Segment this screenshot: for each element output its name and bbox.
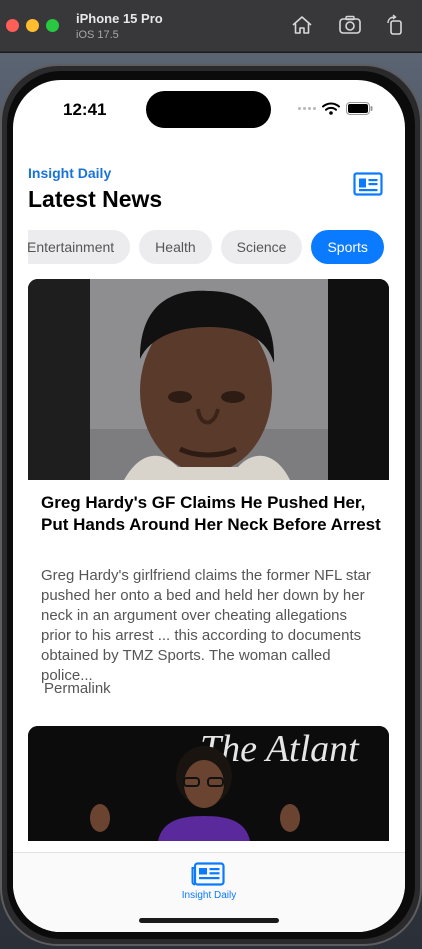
article-image[interactable] — [28, 279, 389, 480]
minimize-window-button[interactable] — [26, 19, 39, 32]
category-chip-health[interactable]: Health — [139, 230, 212, 264]
article-title[interactable]: Greg Hardy's GF Claims He Pushed Her, Pu… — [41, 492, 381, 536]
category-chip-entertainment[interactable]: Entertainment — [28, 230, 131, 264]
page-title: Latest News — [28, 186, 163, 212]
home-icon[interactable] — [290, 14, 314, 36]
device-name: iPhone 15 Pro — [76, 11, 163, 26]
close-window-button[interactable] — [6, 19, 19, 32]
rotate-icon[interactable] — [384, 14, 408, 36]
article-description: Greg Hardy's girlfriend claims the forme… — [41, 567, 371, 684]
cellular-signal-icon — [298, 107, 316, 110]
home-indicator[interactable] — [139, 918, 279, 923]
simulator-title-bar: iPhone 15 Pro iOS 17.5 — [0, 0, 422, 52]
category-chip-bar: Entertainment Health Science Sports — [28, 230, 405, 264]
dynamic-island — [146, 91, 271, 128]
news-card-icon[interactable] — [353, 172, 383, 196]
newspaper-icon[interactable] — [191, 862, 225, 886]
speaker-photo: The Atlant — [28, 726, 389, 841]
mugshot-photo — [28, 279, 389, 480]
battery-icon — [346, 102, 373, 115]
brand-label: Insight Daily — [28, 165, 112, 181]
zoom-window-button[interactable] — [46, 19, 59, 32]
article-image[interactable]: The Atlant — [28, 726, 389, 841]
os-version: iOS 17.5 — [76, 29, 119, 41]
category-chip-science[interactable]: Science — [220, 230, 303, 264]
screenshot-icon[interactable] — [338, 14, 362, 36]
status-time: 12:41 — [63, 100, 107, 119]
wifi-icon — [322, 102, 340, 115]
app-screen: 12:41 Insight Daily Latest News Entertai… — [13, 80, 405, 932]
status-icons — [298, 102, 373, 115]
category-chip-sports[interactable]: Sports — [311, 230, 384, 264]
article-permalink[interactable]: Permalink — [44, 680, 111, 697]
tab-insight-daily[interactable]: Insight Daily — [13, 890, 405, 901]
